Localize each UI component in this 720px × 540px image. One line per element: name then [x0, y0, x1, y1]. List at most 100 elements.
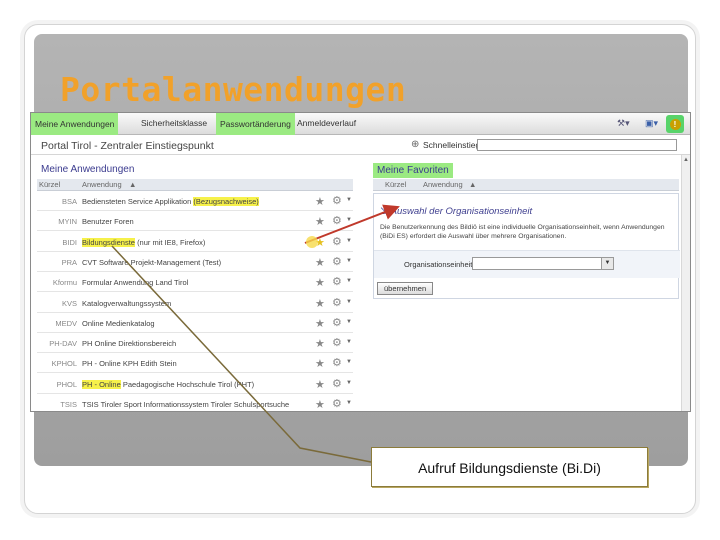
my-apps-title: Meine Anwendungen [41, 164, 135, 175]
table-row[interactable]: PH-DAV PH Online Direktionsbereich ★ ⚙ ▼ [37, 333, 353, 354]
chevron-down-icon[interactable]: ▼ [601, 258, 613, 269]
caption-box: Aufruf Bildungsdienste (Bi.Di) [371, 447, 648, 487]
app-name-text: PH - Online KPH Edith Stein [82, 359, 177, 369]
gear-icon[interactable]: ⚙ [332, 377, 342, 390]
quick-entry-label: Schnelleinstieg [423, 140, 481, 150]
favorite-star-icon[interactable]: ★ [315, 276, 325, 289]
chevron-down-icon[interactable]: ▼ [346, 258, 352, 264]
favorite-star-icon[interactable]: ★ [315, 215, 325, 228]
chevron-down-icon[interactable]: ▼ [346, 400, 352, 406]
tools-icon[interactable]: ⚒▾ [617, 118, 630, 129]
app-name-text: Bediensteten Service Applikation [82, 197, 192, 206]
org-unit-select[interactable]: ▼ [472, 257, 614, 270]
app-code: PRA [61, 257, 77, 267]
gear-icon[interactable]: ⚙ [332, 397, 342, 410]
app-name-link[interactable]: Formular Anwendung Land Tirol [82, 278, 188, 287]
quick-entry-icon: ⊕ [411, 139, 420, 150]
help-icon: ! [669, 118, 681, 130]
favorites-table-header: Kürzel Anwendung ▲ [373, 179, 679, 191]
nav-password-change[interactable]: Passwortänderung [216, 113, 295, 135]
favorite-star-icon[interactable]: ★ [315, 195, 325, 208]
table-row[interactable]: BSA Bediensteten Service Applikation (Bez… [37, 191, 353, 211]
table-row[interactable]: BIDI Bildungsdienste (nur mit IE8, Firefo… [37, 232, 353, 252]
app-name-link[interactable]: TSIS Tiroler Sport Informationssystem Ti… [82, 400, 289, 409]
gear-icon[interactable]: ⚙ [332, 194, 342, 207]
app-name-extra: (nur mit IE8, Firefox) [137, 237, 206, 247]
app-name-link[interactable]: Benutzer Foren [82, 217, 134, 226]
table-row[interactable]: MYIN Benutzer Foren ★ ⚙ ▼ [37, 211, 353, 232]
chevron-down-icon[interactable]: ▼ [346, 299, 352, 305]
gear-icon[interactable]: ⚙ [332, 235, 342, 248]
nav-security-class[interactable]: Sicherheitsklasse [141, 118, 207, 128]
gear-icon[interactable]: ⚙ [332, 356, 342, 369]
favorite-star-icon[interactable]: ★ [315, 236, 325, 249]
table-row[interactable]: KVS Katalogverwaltungssystem ★ ⚙ ▼ [37, 293, 353, 313]
submit-button[interactable]: übernehmen [377, 282, 434, 295]
app-name-link[interactable]: Online Medienkatalog [82, 319, 155, 328]
favorite-star-icon[interactable]: ★ [315, 357, 325, 370]
gear-icon[interactable]: ⚙ [332, 214, 342, 227]
table-row[interactable]: KPHOL PH - Online KPH Edith Stein ★ ⚙ ▼ [37, 353, 353, 374]
table-row[interactable]: MEDV Online Medienkatalog ★ ⚙ ▼ [37, 313, 353, 333]
app-name-link[interactable]: Bildungsdienste (nur mit IE8, Firefox) [82, 237, 206, 247]
sort-asc-icon[interactable]: ▲ [129, 180, 136, 189]
app-name-link[interactable]: PH - Online KPH Edith Stein [82, 359, 177, 368]
chevron-down-icon[interactable]: ▼ [346, 359, 352, 365]
chevron-down-icon[interactable]: ▼ [346, 319, 352, 325]
favorite-star-icon[interactable]: ★ [315, 378, 325, 391]
app-code: KPHOL [51, 359, 77, 369]
fav-column-application[interactable]: Anwendung [423, 180, 463, 189]
app-name-extra: (Bezugsnachweise) [193, 197, 259, 206]
page-icon[interactable]: ▣▾ [645, 118, 658, 129]
nav-login-history[interactable]: Anmeldeverlauf [297, 118, 356, 128]
table-row[interactable]: PHOL PH - Online Paedagogische Hochschule… [37, 374, 353, 394]
portal-header: Portal Tirol - Zentraler Einstiegspunkt … [31, 135, 690, 155]
help-button[interactable]: ! [666, 115, 684, 133]
column-application[interactable]: Anwendung [82, 180, 122, 189]
chevron-down-icon[interactable]: ▼ [346, 380, 352, 386]
chevron-down-icon[interactable]: ▼ [346, 339, 352, 345]
fav-column-code[interactable]: Kürzel [385, 180, 406, 189]
chevron-down-icon[interactable]: ▼ [346, 238, 352, 244]
scrollbar[interactable] [681, 155, 690, 411]
gear-icon[interactable]: ⚙ [332, 275, 342, 288]
column-code[interactable]: Kürzel [39, 180, 60, 189]
scroll-up-arrow-icon[interactable]: ▲ [683, 157, 689, 163]
fav-sort-asc-icon[interactable]: ▲ [469, 180, 476, 189]
favorite-star-icon[interactable]: ★ [315, 297, 325, 310]
chevron-down-icon[interactable]: ▼ [346, 278, 352, 284]
favorite-star-icon[interactable]: ★ [315, 337, 325, 350]
collapse-arrow-icon[interactable]: ⇲ [380, 206, 391, 217]
chevron-down-icon[interactable]: ▼ [346, 217, 352, 223]
app-code: BSA [61, 197, 77, 206]
portal-screenshot: Meine Anwendungen Sicherheitsklasse Pass… [30, 112, 691, 412]
gear-icon[interactable]: ⚙ [332, 255, 342, 268]
app-name-text: PH Online Direktionsbereich [82, 339, 177, 349]
app-name-link[interactable]: Bediensteten Service Applikation (Bezugs… [82, 197, 259, 206]
quick-entry-input[interactable] [477, 139, 677, 151]
favorite-star-icon[interactable]: ★ [315, 256, 325, 269]
table-row[interactable]: PRA CVT Software Projekt-Management (Test… [37, 252, 353, 272]
app-name-text: CVT Software Projekt-Management (Test) [82, 257, 222, 267]
gear-icon[interactable]: ⚙ [332, 336, 342, 349]
chevron-down-icon[interactable]: ▼ [346, 197, 352, 203]
app-code: PH-DAV [49, 339, 77, 349]
gear-icon[interactable]: ⚙ [332, 296, 342, 309]
nav-my-apps[interactable]: Meine Anwendungen [31, 113, 119, 135]
app-code: KVS [61, 298, 77, 308]
app-name-link[interactable]: PH Online Direktionsbereich [82, 339, 176, 348]
app-name-text: Formular Anwendung Land Tirol [82, 278, 189, 288]
table-row[interactable]: TSIS TSIS Tiroler Sport Informationssyste… [37, 394, 353, 411]
app-name-link[interactable]: CVT Software Projekt-Management (Test) [82, 258, 221, 267]
org-unit-field-row: Organisationseinheit ▼ [374, 250, 680, 278]
org-unit-header: ⇲ Auswahl der Organisationseinheit [380, 206, 532, 217]
app-name-link[interactable]: Katalogverwaltungssystem [82, 299, 171, 308]
top-navigation: Meine Anwendungen Sicherheitsklasse Pass… [31, 113, 690, 135]
org-unit-description: Die Benutzerkennung des Bildiö ist eine … [380, 224, 665, 240]
favorite-star-icon[interactable]: ★ [315, 317, 325, 330]
portal-title: Portal Tirol - Zentraler Einstiegspunkt [41, 140, 214, 152]
table-row[interactable]: Kformu Formular Anwendung Land Tirol ★ ⚙ ▼ [37, 272, 353, 293]
app-name-link[interactable]: PH - Online Paedagogische Hochschule Tir… [82, 379, 254, 389]
gear-icon[interactable]: ⚙ [332, 316, 342, 329]
favorite-star-icon[interactable]: ★ [315, 398, 325, 411]
